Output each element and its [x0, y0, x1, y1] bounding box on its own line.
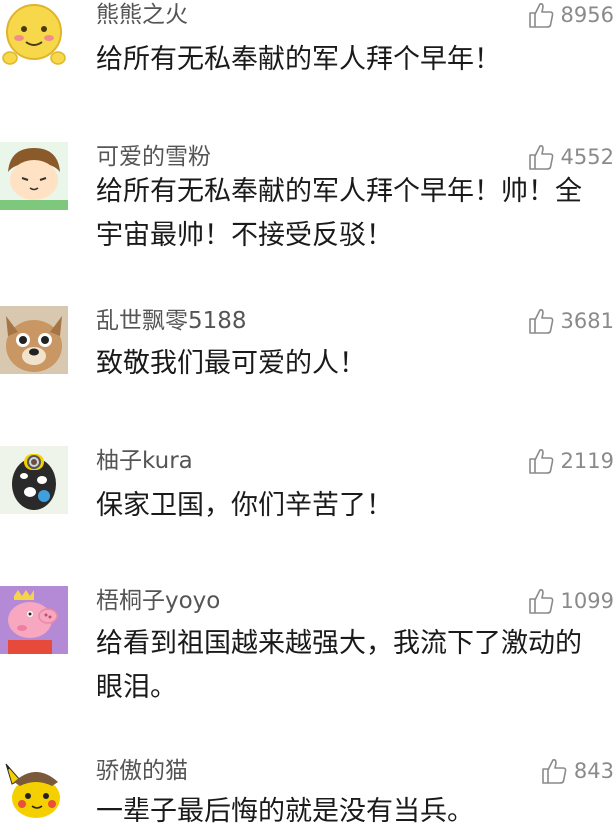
- username[interactable]: 乱世飘零5188: [96, 306, 247, 336]
- emoji-face-icon: [0, 0, 68, 68]
- like-count: 8956: [560, 3, 614, 27]
- like-button[interactable]: 843: [540, 756, 614, 786]
- avatar[interactable]: [0, 756, 68, 824]
- username[interactable]: 骄傲的猫: [96, 756, 188, 786]
- like-button[interactable]: 4552: [527, 142, 614, 172]
- thumbs-up-icon: [528, 449, 553, 474]
- comment-text: 给看到祖国越来越强大，我流下了激动的眼泪。: [96, 628, 582, 703]
- like-button[interactable]: 2119: [527, 446, 614, 476]
- avatar[interactable]: [0, 586, 68, 654]
- like-count: 2119: [560, 449, 614, 473]
- thumbs-up-icon: [528, 145, 553, 170]
- avatar[interactable]: [0, 306, 68, 374]
- like-button[interactable]: 3681: [527, 306, 614, 336]
- thumbs-up-icon: [528, 3, 553, 28]
- thumbs-up-icon: [542, 759, 567, 784]
- avatar[interactable]: [0, 0, 68, 68]
- username[interactable]: 可爱的雪粉: [96, 142, 211, 172]
- minion-icon: [0, 446, 68, 514]
- username[interactable]: 熊熊之火: [96, 0, 188, 30]
- like-count: 3681: [560, 309, 614, 333]
- comment-text: 保家卫国，你们辛苦了！: [96, 490, 393, 521]
- comment-text: 给所有无私奉献的军人拜个早年！帅！全宇宙最帅！不接受反驳！: [96, 176, 582, 251]
- avatar[interactable]: [0, 142, 68, 210]
- comment-text: 致敬我们最可爱的人！: [96, 348, 366, 379]
- comment-item: 骄傲的猫 843 一辈子最后悔的就是没有当兵。: [0, 756, 614, 828]
- like-button[interactable]: 8956: [527, 0, 614, 30]
- cartoon-boy-icon: [0, 142, 68, 210]
- comment-text: 一辈子最后悔的就是没有当兵。: [96, 796, 474, 827]
- username[interactable]: 柚子kura: [96, 446, 193, 476]
- peppa-pig-icon: [0, 586, 68, 654]
- like-count: 1099: [560, 589, 614, 613]
- comment-item: 熊熊之火 8956 给所有无私奉献的军人拜个早年！: [0, 0, 614, 120]
- avatar[interactable]: [0, 446, 68, 514]
- comment-item: 柚子kura 2119 保家卫国，你们辛苦了！: [0, 446, 614, 556]
- pikachu-detective-icon: [0, 756, 68, 824]
- like-button[interactable]: 1099: [527, 586, 614, 616]
- username[interactable]: 梧桐子yoyo: [96, 586, 220, 616]
- thumbs-up-icon: [528, 589, 553, 614]
- like-count: 4552: [560, 145, 614, 169]
- comment-text: 给所有无私奉献的军人拜个早年！: [96, 44, 501, 75]
- comment-item: 可爱的雪粉 4552 给所有无私奉献的军人拜个早年！帅！全宇宙最帅！不接受反驳！: [0, 142, 614, 292]
- dog-photo-icon: [0, 306, 68, 374]
- like-count: 843: [573, 759, 614, 783]
- comment-item: 梧桐子yoyo 1099 给看到祖国越来越强大，我流下了激动的眼泪。: [0, 586, 614, 716]
- comment-item: 乱世飘零5188 3681 致敬我们最可爱的人！: [0, 306, 614, 416]
- thumbs-up-icon: [528, 309, 553, 334]
